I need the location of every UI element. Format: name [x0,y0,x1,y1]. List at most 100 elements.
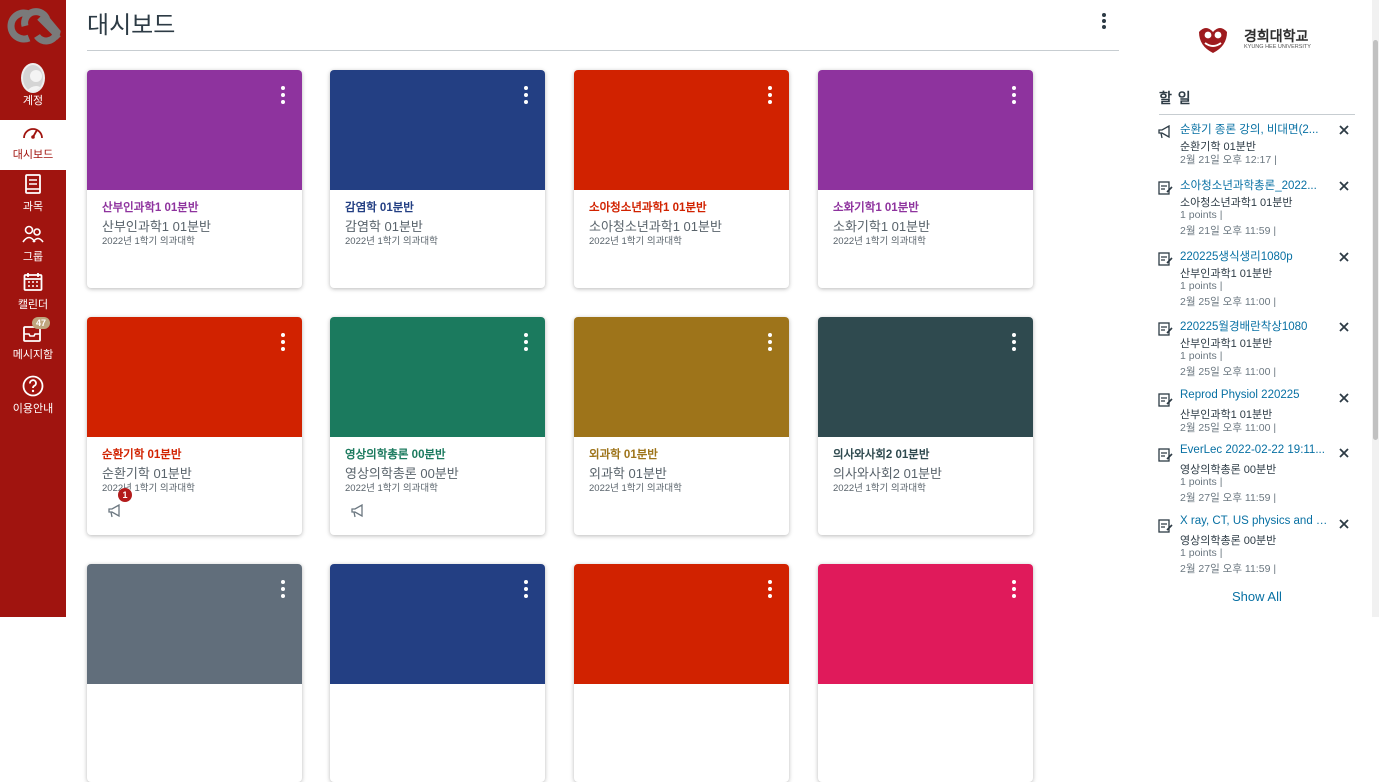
course-short-name[interactable]: 순환기학 01분반 [102,446,181,462]
dismiss-close-icon[interactable] [1338,250,1350,262]
todo-title-link[interactable]: Reprod Physiol 220225 [1180,389,1330,401]
dismiss-close-icon[interactable] [1338,446,1350,458]
nav-courses[interactable]: 과목 [0,172,66,222]
course-card[interactable] [818,564,1033,782]
card-options-kebab-icon[interactable] [1009,580,1019,600]
course-card-hero[interactable] [330,317,545,437]
course-card-hero[interactable] [574,564,789,684]
todo-title-link[interactable]: 소아청소년과학총론_2022... [1180,177,1330,193]
course-card[interactable]: 순환기학 01분반 순환기학 01분반 2022년 1학기 의과대학 1 [87,317,302,535]
nav-account[interactable]: 계정 [0,63,66,116]
card-options-kebab-icon[interactable] [521,86,531,106]
todo-points: 1 points | [1180,350,1223,362]
course-card-hero[interactable] [574,317,789,437]
nav-label-groups: 그룹 [22,251,44,263]
nav-label-inbox: 메시지함 [12,349,54,361]
course-term: 2022년 1학기 의과대학 [102,236,195,247]
todo-item: 220225월경배란착상1080 산부인과학1 01분반 1 points | 2월 … [1158,318,1358,384]
canvas-logo-icon[interactable] [3,6,63,46]
course-term: 2022년 1학기 의과대학 [345,483,438,494]
course-card-hero[interactable] [330,564,545,684]
announcements-megaphone-icon[interactable] [350,503,366,518]
card-options-kebab-icon[interactable] [1009,86,1019,106]
todo-title-link[interactable]: 220225생식생리1080p [1180,248,1330,264]
nav-dashboard[interactable]: 대시보드 [0,120,66,170]
card-options-kebab-icon[interactable] [765,333,775,353]
course-short-name[interactable]: 영상의학총론 00분반 [345,446,446,462]
course-card[interactable]: 외과학 01분반 외과학 01분반 2022년 1학기 의과대학 [574,317,789,535]
page-scrollbar-thumb[interactable] [1373,40,1378,440]
course-card[interactable]: 소화기학1 01분반 소화기학1 01분반 2022년 1학기 의과대학 [818,70,1033,288]
course-term: 2022년 1학기 의과대학 [345,236,438,247]
course-short-name[interactable]: 의사와사회2 01분반 [833,446,929,462]
card-options-kebab-icon[interactable] [1009,333,1019,353]
announcement-icon [1158,124,1173,139]
account-avatar-icon [21,63,45,93]
nav-calendar[interactable]: 캘린더 [0,270,66,320]
card-options-kebab-icon[interactable] [278,333,288,353]
todo-title-link[interactable]: 220225월경배란착상1080 [1180,318,1330,334]
nav-label-calendar: 캘린더 [17,299,49,311]
card-options-kebab-icon[interactable] [765,86,775,106]
course-term: 2022년 1학기 의과대학 [833,236,926,247]
card-options-kebab-icon[interactable] [765,580,775,600]
course-card[interactable]: 영상의학총론 00분반 영상의학총론 00분반 2022년 1학기 의과대학 [330,317,545,535]
course-short-name[interactable]: 산부인과학1 01분반 [102,199,198,215]
todo-course: 산부인과학1 01분반 [1180,268,1273,280]
todo-divider [1159,114,1355,115]
course-card[interactable]: 소아청소년과학1 01분반 소아청소년과학1 01분반 2022년 1학기 의과대학 [574,70,789,288]
nav-help[interactable]: 이용안내 [0,374,66,424]
dismiss-close-icon[interactable] [1338,320,1350,332]
dismiss-close-icon[interactable] [1338,179,1350,191]
todo-points: 1 points | [1180,547,1223,559]
dashboard-options-kebab-icon[interactable] [1094,10,1114,32]
course-term: 2022년 1학기 의과대학 [589,236,682,247]
todo-title-link[interactable]: 순환기 종론 강의, 비대면(2... [1180,121,1330,137]
card-options-kebab-icon[interactable] [278,580,288,600]
course-short-name[interactable]: 소화기학1 01분반 [833,199,919,215]
course-card-hero[interactable] [574,70,789,190]
course-card-hero[interactable] [818,70,1033,190]
course-card-hero[interactable] [818,317,1033,437]
nav-label-help: 이용안내 [12,403,54,415]
course-card[interactable] [87,564,302,782]
course-card[interactable] [574,564,789,782]
todo-item: 220225생식생리1080p 산부인과학1 01분반 1 points | 2월 2… [1158,248,1358,314]
card-options-kebab-icon[interactable] [278,86,288,106]
assignment-icon [1158,181,1173,195]
todo-course: 소아청소년과학1 01분반 [1180,197,1293,209]
course-card-hero[interactable] [330,70,545,190]
todo-title-link[interactable]: EverLec 2022-02-22 19:11... [1180,444,1330,456]
card-options-kebab-icon[interactable] [521,333,531,353]
course-short-name[interactable]: 감염학 01분반 [345,199,414,215]
courses-book-icon [21,172,45,196]
show-all-link[interactable]: Show All [1232,589,1282,604]
university-subname: KYUNG HEE UNIVERSITY [1244,44,1311,50]
card-options-kebab-icon[interactable] [521,580,531,600]
assignment-icon [1158,448,1173,462]
todo-title-link[interactable]: X ray, CT, US physics and a... [1180,515,1330,527]
dismiss-close-icon[interactable] [1338,391,1350,403]
dismiss-close-icon[interactable] [1338,517,1350,529]
announcements-megaphone-icon[interactable] [107,503,123,518]
course-term: 2022년 1학기 의과대학 [589,483,682,494]
todo-points: 1 points | [1180,280,1223,292]
nav-inbox[interactable]: 47 메시지함 [0,317,66,370]
course-short-name[interactable]: 소아청소년과학1 01분반 [589,199,707,215]
course-card[interactable]: 산부인과학1 01분반 산부인과학1 01분반 2022년 1학기 의과대학 [87,70,302,288]
todo-item: 소아청소년과학총론_2022... 소아청소년과학1 01분반 1 points |… [1158,177,1358,243]
todo-due-date: 2월 21일 오후 12:17 | [1180,154,1277,166]
course-short-name[interactable]: 외과학 01분반 [589,446,658,462]
nav-groups[interactable]: 그룹 [0,222,66,272]
course-card[interactable] [330,564,545,782]
course-card-hero[interactable] [818,564,1033,684]
todo-due-date: 2월 21일 오후 11:59 | [1180,225,1277,237]
course-card-hero[interactable] [87,564,302,684]
dismiss-close-icon[interactable] [1338,123,1350,135]
todo-course: 산부인과학1 01분반 [1180,338,1273,350]
course-card-hero[interactable] [87,70,302,190]
course-card-hero[interactable] [87,317,302,437]
todo-course: 영상의학총론 00분반 [1180,535,1277,547]
course-card[interactable]: 의사와사회2 01분반 의사와사회2 01분반 2022년 1학기 의과대학 [818,317,1033,535]
course-card[interactable]: 감염학 01분반 감염학 01분반 2022년 1학기 의과대학 [330,70,545,288]
